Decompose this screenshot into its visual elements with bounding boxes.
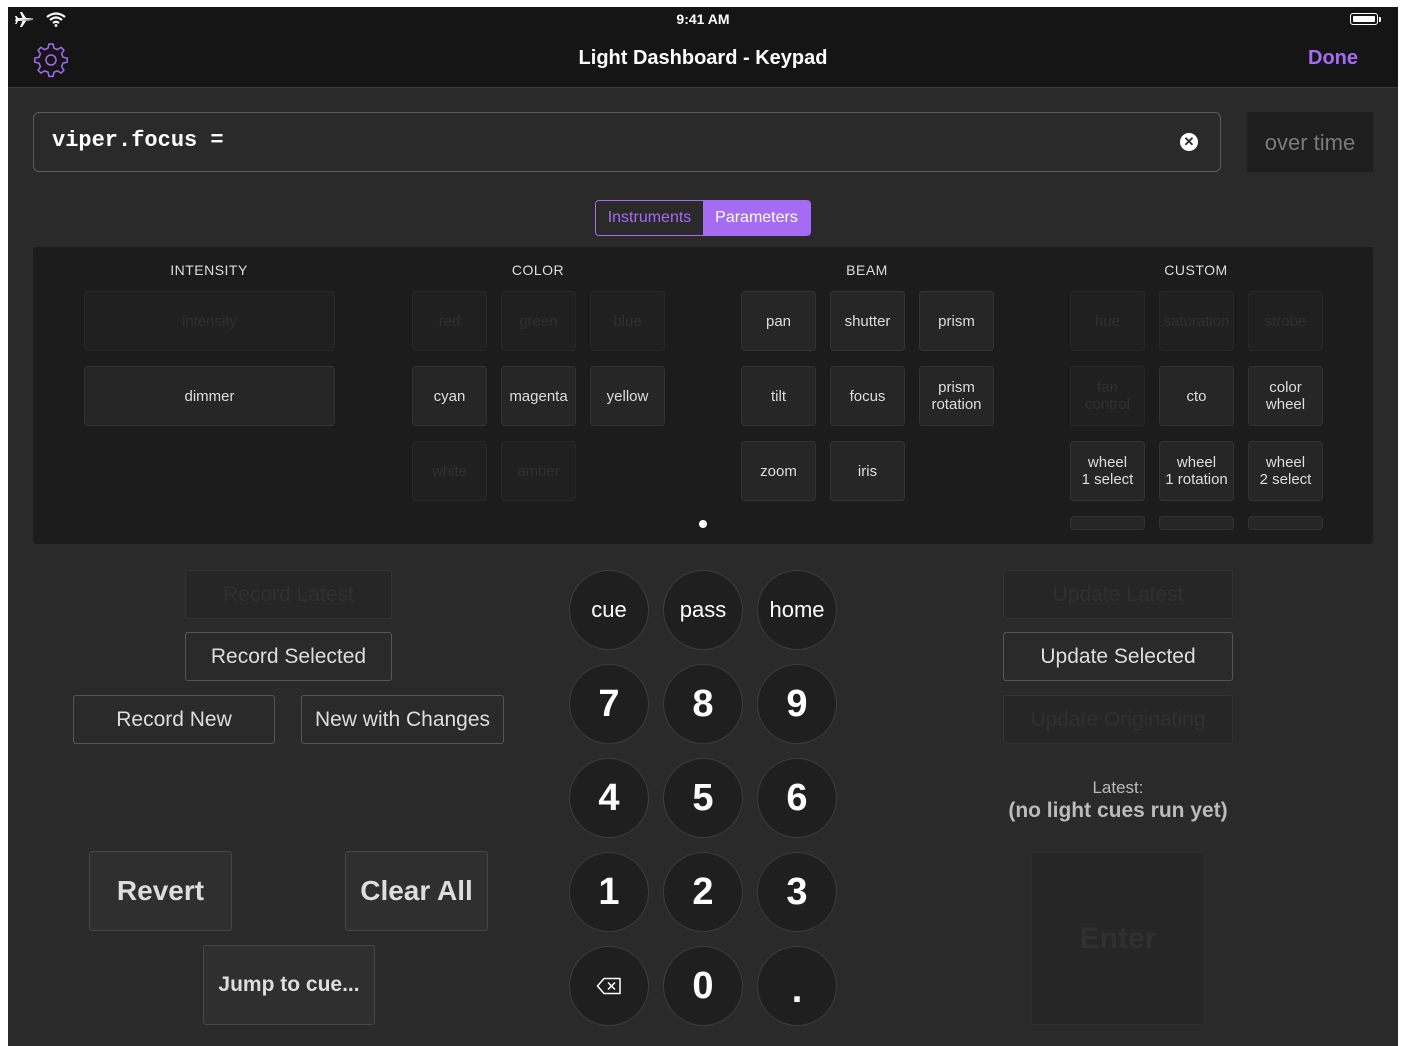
done-button[interactable]: Done [1308, 47, 1358, 70]
key-7[interactable]: 7 [569, 664, 649, 744]
clear-all-button[interactable]: Clear All [345, 851, 488, 931]
param-shutter[interactable]: shutter [830, 291, 905, 351]
param-overflow-1[interactable] [1070, 516, 1145, 530]
param-prism[interactable]: prism [919, 291, 994, 351]
key-3[interactable]: 3 [757, 852, 837, 932]
key-4[interactable]: 4 [569, 758, 649, 838]
param-wheel2-select[interactable]: wheel 2 select [1248, 441, 1323, 501]
key-2[interactable]: 2 [663, 852, 743, 932]
category-beam: BEAM [846, 262, 888, 278]
param-fan-control[interactable]: fan control [1070, 366, 1145, 426]
key-1[interactable]: 1 [569, 852, 649, 932]
param-tilt[interactable]: tilt [741, 366, 816, 426]
update-latest-button[interactable]: Update Latest [1003, 570, 1233, 619]
param-overflow-3[interactable] [1248, 516, 1323, 530]
jump-to-cue-button[interactable]: Jump to cue... [203, 945, 375, 1025]
param-saturation[interactable]: saturation [1159, 291, 1234, 351]
record-new-button[interactable]: Record New [73, 695, 275, 744]
param-color-wheel[interactable]: color wheel [1248, 366, 1323, 426]
latest-value: (no light cues run yet) [1008, 799, 1228, 822]
battery-tip [1379, 17, 1381, 22]
page-indicator-dot[interactable] [699, 520, 707, 528]
category-intensity: INTENSITY [170, 262, 248, 278]
clear-icon[interactable]: ✕ [1180, 133, 1198, 151]
key-decimal[interactable]: . [757, 946, 837, 1026]
param-dimmer[interactable]: dimmer [84, 366, 335, 426]
param-cyan[interactable]: cyan [412, 366, 487, 426]
over-time-button[interactable]: over time [1247, 112, 1373, 172]
page-title: Light Dashboard - Keypad [578, 47, 828, 69]
segment-instruments[interactable]: Instruments [596, 201, 703, 235]
parameter-panel: INTENSITY COLOR BEAM CUSTOM intensity di… [33, 247, 1373, 544]
command-text: viper.focus = [52, 128, 224, 153]
app-window: 9:41 AM Light Dashboard - Keypad Done vi… [8, 7, 1398, 1046]
category-custom: CUSTOM [1164, 262, 1228, 278]
top-bar: 9:41 AM Light Dashboard - Keypad Done [8, 7, 1398, 88]
status-time: 9:41 AM [676, 11, 730, 27]
param-yellow[interactable]: yellow [590, 366, 665, 426]
param-prism-rotation[interactable]: prism rotation [919, 366, 994, 426]
param-amber[interactable]: amber [501, 441, 576, 501]
param-intensity[interactable]: intensity [84, 291, 335, 351]
param-red[interactable]: red [412, 291, 487, 351]
param-hue[interactable]: hue [1070, 291, 1145, 351]
param-iris[interactable]: iris [830, 441, 905, 501]
key-cue[interactable]: cue [569, 570, 649, 650]
param-blue[interactable]: blue [590, 291, 665, 351]
battery-icon [1350, 13, 1378, 25]
param-strobe[interactable]: strobe [1248, 291, 1323, 351]
category-color: COLOR [511, 262, 565, 278]
param-overflow-2[interactable] [1159, 516, 1234, 530]
param-zoom[interactable]: zoom [741, 441, 816, 501]
param-white[interactable]: white [412, 441, 487, 501]
param-wheel1-select[interactable]: wheel 1 select [1070, 441, 1145, 501]
param-pan[interactable]: pan [741, 291, 816, 351]
key-6[interactable]: 6 [757, 758, 837, 838]
record-latest-button[interactable]: Record Latest [185, 570, 392, 619]
param-magenta[interactable]: magenta [501, 366, 576, 426]
key-5[interactable]: 5 [663, 758, 743, 838]
update-selected-button[interactable]: Update Selected [1003, 632, 1233, 681]
key-pass[interactable]: pass [663, 570, 743, 650]
param-green[interactable]: green [501, 291, 576, 351]
segment-parameters[interactable]: Parameters [703, 201, 810, 235]
update-originating-button[interactable]: Update Originating [1003, 695, 1233, 744]
param-focus[interactable]: focus [830, 366, 905, 426]
latest-label: Latest: [1092, 778, 1144, 797]
param-cto[interactable]: cto [1159, 366, 1234, 426]
revert-button[interactable]: Revert [89, 851, 232, 931]
param-wheel1-rotation[interactable]: wheel 1 rotation [1159, 441, 1234, 501]
segmented-control: Instruments Parameters [595, 200, 811, 236]
command-field[interactable]: viper.focus = ✕ [33, 112, 1221, 172]
key-home[interactable]: home [757, 570, 837, 650]
backspace-icon [596, 977, 621, 995]
key-9[interactable]: 9 [757, 664, 837, 744]
key-backspace[interactable] [569, 946, 649, 1026]
key-8[interactable]: 8 [663, 664, 743, 744]
new-with-changes-button[interactable]: New with Changes [301, 695, 504, 744]
enter-button[interactable]: Enter [1031, 852, 1205, 1025]
record-selected-button[interactable]: Record Selected [185, 632, 392, 681]
key-0[interactable]: 0 [663, 946, 743, 1026]
